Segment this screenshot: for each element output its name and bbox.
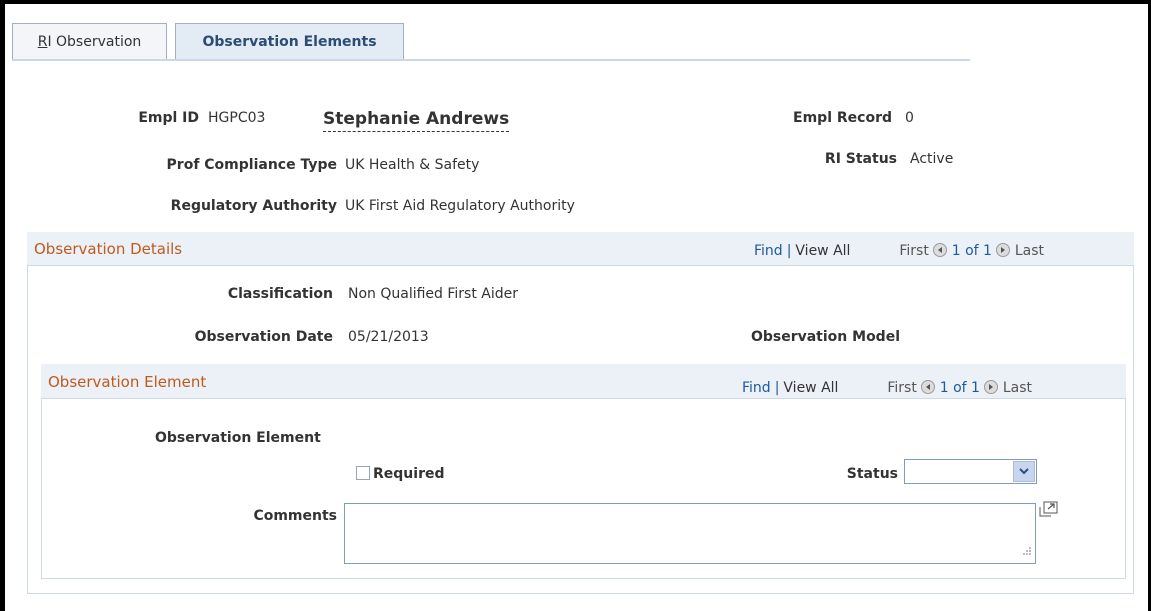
row-count: 1 of 1 — [951, 243, 992, 259]
previous-circle-icon[interactable] — [933, 243, 948, 257]
observation-element-nav: Find | View All First 1 of 1 Last — [742, 380, 1032, 396]
find-link[interactable]: Find — [754, 243, 783, 259]
status-select[interactable] — [904, 459, 1037, 484]
next-circle-icon[interactable] — [984, 380, 999, 394]
observation-model-label: Observation Model — [750, 329, 900, 345]
tab-observation-elements-label: Observation Elements — [202, 34, 377, 50]
expand-popup-icon[interactable] — [1039, 501, 1059, 521]
required-label: Required — [373, 466, 445, 482]
row-count: 1 of 1 — [939, 380, 980, 396]
observation-details-nav: Find | View All First 1 of 1 Last — [754, 243, 1044, 259]
tab-ri-observation-label: RI Observation — [37, 34, 142, 50]
last-label: Last — [1002, 380, 1033, 396]
observation-details-title: Observation Details — [34, 240, 183, 258]
classification-value: Non Qualified First Aider — [348, 286, 519, 302]
next-circle-icon[interactable] — [996, 243, 1011, 257]
ri-status-label: RI Status — [824, 151, 897, 167]
view-all-link[interactable]: View All — [795, 243, 850, 259]
observation-date-label: Observation Date — [194, 329, 333, 345]
chevron-down-icon[interactable] — [1013, 461, 1035, 482]
status-label: Status — [846, 466, 898, 482]
prof-compliance-type-label: Prof Compliance Type — [166, 157, 337, 173]
classification-label: Classification — [227, 286, 333, 302]
first-label: First — [899, 243, 929, 259]
empl-id-label: Empl ID — [138, 110, 199, 126]
comments-label: Comments — [253, 508, 337, 524]
ri-status-value: Active — [910, 151, 954, 167]
observation-element-label: Observation Element — [155, 430, 321, 446]
observation-date-value: 05/21/2013 — [348, 329, 429, 345]
nav-separator: | — [774, 380, 780, 396]
resize-grip-icon[interactable] — [1022, 544, 1032, 560]
previous-circle-icon[interactable] — [921, 380, 936, 394]
view-all-link[interactable]: View All — [783, 380, 838, 396]
comments-textarea[interactable] — [344, 503, 1036, 564]
observation-element-title: Observation Element — [48, 373, 207, 391]
regulatory-authority-label: Regulatory Authority — [170, 198, 337, 214]
empl-record-value: 0 — [905, 110, 914, 126]
prof-compliance-type-value: UK Health & Safety — [345, 157, 480, 173]
tab-divider — [12, 59, 970, 61]
tab-observation-elements[interactable]: Observation Elements — [175, 23, 404, 60]
find-link[interactable]: Find — [742, 380, 771, 396]
regulatory-authority-value: UK First Aid Regulatory Authority — [345, 198, 575, 214]
empl-id-value: HGPC03 — [208, 110, 266, 126]
first-label: First — [887, 380, 917, 396]
employee-name[interactable]: Stephanie Andrews — [323, 109, 510, 132]
empl-record-label: Empl Record — [793, 110, 892, 126]
nav-separator: | — [786, 243, 792, 259]
last-label: Last — [1014, 243, 1045, 259]
tab-ri-observation[interactable]: RI Observation — [12, 23, 167, 60]
required-checkbox[interactable] — [356, 466, 370, 480]
